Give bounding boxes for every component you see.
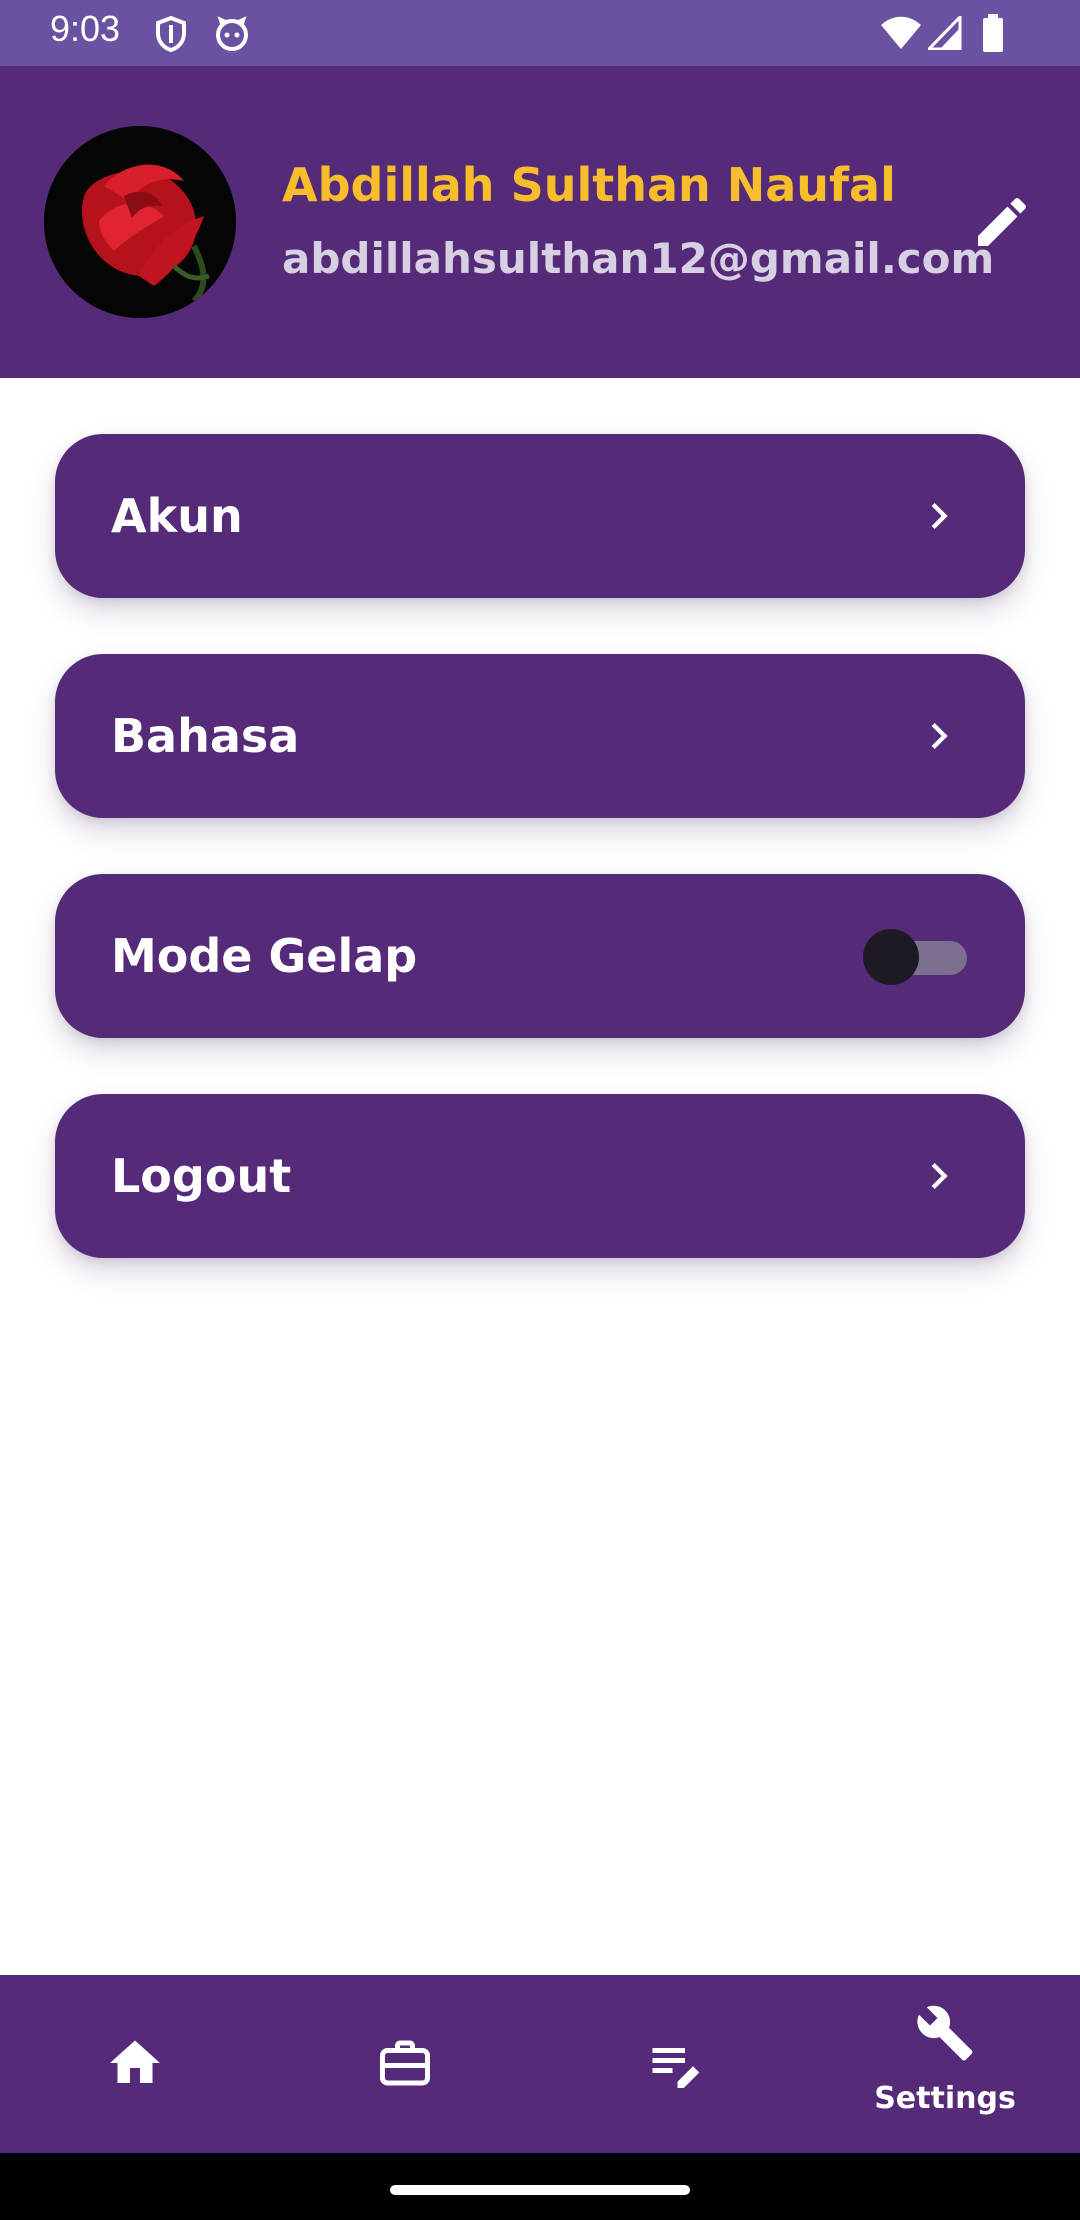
wrench-icon [917,2005,973,2061]
menu-item-label: Akun [111,489,243,543]
gesture-bar [0,2153,1080,2220]
profile-name: Abdillah Sulthan Naufal [282,158,896,212]
nav-item-settings[interactable]: Settings [810,1975,1080,2153]
wifi-icon [881,16,921,49]
nav-label-settings: Settings [874,2081,1016,2116]
avatar[interactable] [44,126,236,318]
menu-item-logout[interactable]: Logout [55,1094,1025,1258]
menu-item-akun[interactable]: Akun [55,434,1025,598]
rose-image [44,126,236,318]
pencil-icon[interactable] [970,190,1034,254]
status-time: 9:03 [50,8,121,49]
menu-item-label: Bahasa [111,709,300,763]
battery-icon [983,14,1003,52]
profile-email: abdillahsulthan12@gmail.com [282,234,995,283]
status-bar: 9:03 [0,0,1080,66]
nav-item-jobs[interactable] [270,1975,540,2153]
chevron-right-icon [931,503,948,529]
edit-list-icon [652,2048,700,2088]
menu-item-label: Logout [111,1149,292,1203]
bottom-nav: Settings [0,1975,1080,2153]
home-gesture-handle[interactable] [390,2185,690,2195]
menu-item-bahasa[interactable]: Bahasa [55,654,1025,818]
cat-face-icon [216,16,248,51]
shield-icon [156,15,186,53]
nav-item-notes[interactable] [540,1975,810,2153]
chevron-right-icon [931,1163,948,1189]
menu-item-mode-gelap: Mode Gelap [55,874,1025,1038]
chevron-right-icon [931,723,948,749]
cell-signal-icon [928,16,962,50]
home-icon [110,2040,160,2083]
nav-item-home[interactable] [0,1975,270,2153]
toggle-thumb [863,929,919,985]
briefcase-icon [380,2040,430,2086]
profile-header: Abdillah Sulthan Naufal abdillahsulthan1… [0,66,1080,378]
menu-item-label: Mode Gelap [111,929,418,983]
